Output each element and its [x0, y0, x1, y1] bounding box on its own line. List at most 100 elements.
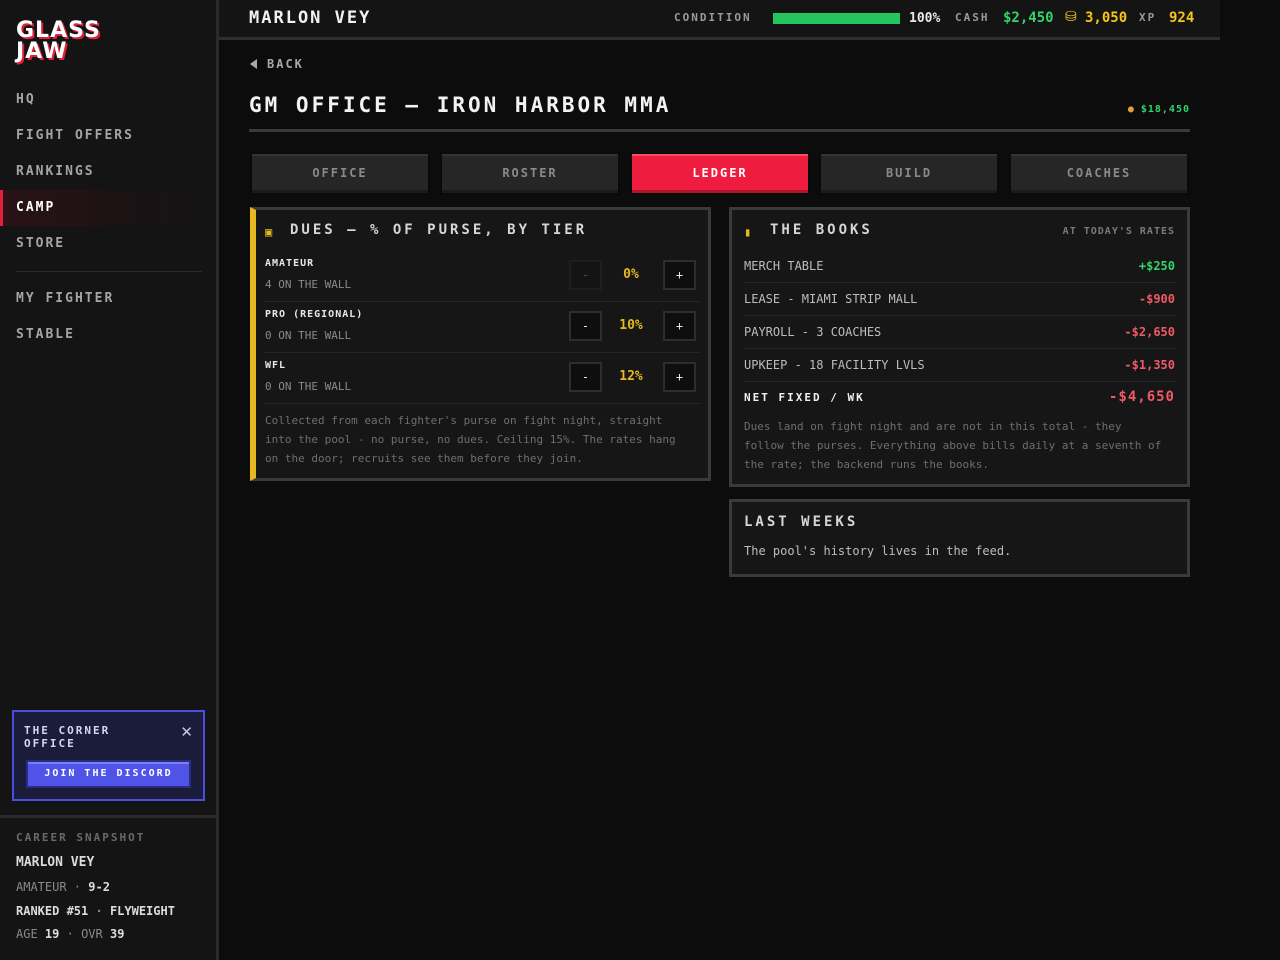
snapshot-age: 19	[44, 927, 60, 941]
decrease-button[interactable]: -	[569, 362, 602, 392]
tier-name: WFL	[265, 360, 287, 371]
bank-balance: ● $18,450	[1128, 104, 1190, 115]
sidebar-item-label: MY FIGHTER	[16, 291, 115, 306]
tier-rate: 0%	[623, 267, 639, 282]
money-bag-icon: ●	[1127, 104, 1135, 115]
tier-count: 0 ON THE WALL	[265, 329, 352, 342]
coins-value: 3,050	[1085, 10, 1128, 26]
net-fixed-value: -$4,650	[1108, 389, 1175, 405]
net-fixed-label: NET FIXED / WK	[744, 391, 865, 404]
back-label: BACK	[267, 57, 304, 71]
tier-count: 4 ON THE WALL	[265, 278, 352, 291]
ticket-icon: ▣	[265, 225, 273, 239]
last-weeks-title: LAST WEEKS	[744, 514, 859, 530]
decrease-button[interactable]: -	[569, 311, 602, 341]
dues-note: Collected from each fighter's purse on f…	[265, 414, 676, 465]
dues-panel: ▣ DUES — % OF PURSE, BY TIER AMATEUR 4 O…	[250, 207, 711, 481]
promo-title: THE CORNER OFFICE	[24, 724, 111, 750]
sidebar-item-label: STABLE	[16, 327, 75, 342]
sidebar-item-fight-offers[interactable]: FIGHT OFFERS	[0, 118, 216, 154]
sidebar-item-my-fighter[interactable]: MY FIGHTER	[0, 281, 216, 317]
books-title: THE BOOKS	[770, 222, 873, 238]
sidebar-item-label: FIGHT OFFERS	[16, 128, 134, 143]
logo[interactable]: GLASS JAW	[16, 20, 101, 63]
sidebar-item-store[interactable]: STORE	[0, 226, 216, 262]
back-arrow-icon	[250, 59, 257, 69]
join-discord-button[interactable]: JOIN THE DISCORD	[26, 760, 191, 788]
sidebar-item-label: RANKINGS	[16, 164, 95, 179]
nav-divider	[16, 271, 202, 272]
snapshot-age-ovr: AGE 19 · OVR 39	[16, 927, 125, 941]
page-title: GM OFFICE — IRON HARBOR MMA	[249, 93, 672, 117]
condition-bar	[773, 13, 900, 24]
xp-value: 924	[1169, 10, 1195, 26]
cash-value: $2,450	[1003, 10, 1054, 26]
book-value: +$250	[1138, 259, 1175, 273]
snapshot-ovr: 39	[109, 927, 125, 941]
book-value: -$2,650	[1124, 325, 1175, 339]
snapshot-title: CAREER SNAPSHOT	[16, 831, 146, 844]
last-weeks-panel: LAST WEEKS The pool's history lives in t…	[729, 499, 1190, 577]
snapshot-record: AMATEUR · 9-2	[16, 880, 110, 894]
tab-office[interactable]: OFFICE	[250, 152, 430, 195]
close-icon[interactable]: ✕	[180, 723, 193, 741]
tier-count: 0 ON THE WALL	[265, 380, 352, 393]
books-subtitle: AT TODAY'S RATES	[1062, 226, 1175, 237]
snapshot-record-value: 9-2	[88, 880, 110, 894]
sidebar-item-label: CAMP	[16, 200, 56, 215]
tier-name: PRO (REGIONAL)	[265, 309, 364, 320]
increase-button[interactable]: +	[663, 311, 696, 341]
snapshot-rank: RANKED #51 · FLYWEIGHT	[16, 904, 175, 918]
book-label: LEASE - MIAMI STRIP MALL	[744, 292, 918, 306]
book-value: -$900	[1138, 292, 1175, 306]
tier-row-pro-regional: PRO (REGIONAL) 0 ON THE WALL - 10% +	[265, 302, 700, 353]
discord-promo: THE CORNER OFFICE ✕ JOIN THE DISCORD	[12, 710, 205, 801]
title-divider	[249, 129, 1190, 132]
fighter-name: MARLON VEY	[249, 8, 372, 28]
book-row-upkeep: UPKEEP - 18 FACILITY LVLS -$1,350	[744, 349, 1175, 382]
book-label: MERCH TABLE	[744, 259, 824, 273]
tier-rate: 10%	[619, 318, 643, 333]
condition-value: 100%	[909, 11, 941, 26]
snapshot-rank-value: RANKED #51	[16, 904, 89, 918]
snapshot-name: MARLON VEY	[16, 855, 95, 870]
coins-icon: ⛁	[1065, 9, 1077, 25]
tab-roster[interactable]: ROSTER	[440, 152, 620, 195]
snapshot-tier: AMATEUR	[16, 880, 67, 894]
tier-name: AMATEUR	[265, 258, 315, 269]
increase-button[interactable]: +	[663, 260, 696, 290]
tab-ledger[interactable]: LEDGER	[630, 152, 810, 195]
sidebar-item-label: HQ	[16, 92, 36, 107]
book-label: UPKEEP - 18 FACILITY LVLS	[744, 358, 925, 372]
decrease-button[interactable]: -	[569, 260, 602, 290]
last-weeks-text: The pool's history lives in the feed.	[744, 544, 1012, 558]
books-panel: ▮ THE BOOKS AT TODAY'S RATES MERCH TABLE…	[729, 207, 1190, 487]
book-row-payroll: PAYROLL - 3 COACHES -$2,650	[744, 316, 1175, 349]
snapshot-ovr-label: OVR	[81, 927, 103, 941]
sidebar: GLASS JAW HQ FIGHT OFFERS RANKINGS CAMP S…	[0, 0, 219, 960]
book-row-merch: MERCH TABLE +$250	[744, 250, 1175, 283]
tab-build[interactable]: BUILD	[819, 152, 999, 195]
tier-row-amateur: AMATEUR 4 ON THE WALL - 0% +	[265, 251, 700, 302]
sidebar-item-stable[interactable]: STABLE	[0, 317, 216, 353]
sidebar-item-rankings[interactable]: RANKINGS	[0, 154, 216, 190]
condition-bar-fill	[773, 13, 900, 24]
top-bar: MARLON VEY CONDITION 100% CASH $2,450 ⛁ …	[219, 0, 1220, 40]
back-button[interactable]: BACK	[250, 57, 304, 71]
sidebar-item-camp[interactable]: CAMP	[0, 190, 216, 226]
bank-value: $18,450	[1140, 104, 1190, 115]
tier-row-wfl: WFL 0 ON THE WALL - 12% +	[265, 353, 700, 404]
book-value: -$1,350	[1124, 358, 1175, 372]
cash-label: CASH	[955, 11, 990, 24]
book-row-lease: LEASE - MIAMI STRIP MALL -$900	[744, 283, 1175, 316]
sidebar-item-hq[interactable]: HQ	[0, 82, 216, 118]
dues-title: DUES — % OF PURSE, BY TIER	[290, 222, 588, 238]
books-note: Dues land on fight night and are not in …	[744, 420, 1162, 471]
tab-coaches[interactable]: COACHES	[1009, 152, 1189, 195]
snapshot-age-label: AGE	[16, 927, 38, 941]
xp-label: XP	[1139, 11, 1157, 24]
sidebar-item-label: STORE	[16, 236, 66, 251]
career-snapshot: CAREER SNAPSHOT MARLON VEY AMATEUR · 9-2…	[0, 815, 216, 960]
snapshot-division: FLYWEIGHT	[109, 904, 175, 918]
increase-button[interactable]: +	[663, 362, 696, 392]
